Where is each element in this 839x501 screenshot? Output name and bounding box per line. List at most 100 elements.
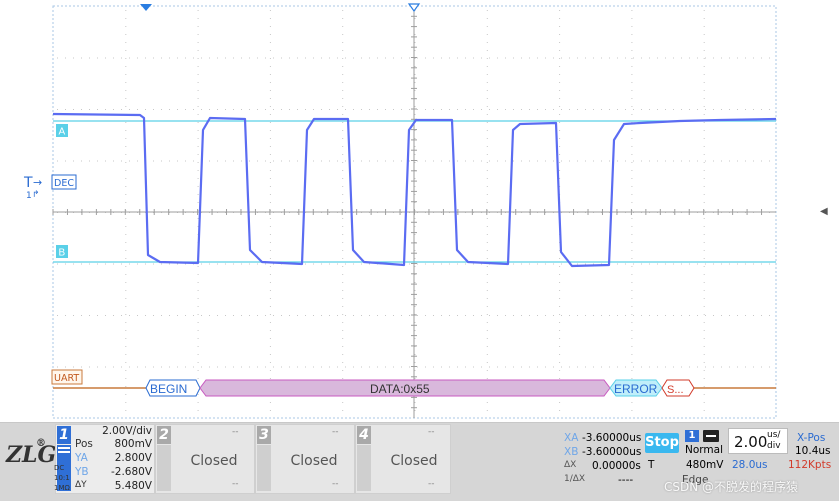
- grid-dot: [342, 106, 344, 107]
- channel-1-scale[interactable]: 2.00V/div: [78, 425, 152, 437]
- grid-dot: [559, 138, 561, 139]
- grid-dot: [631, 202, 633, 203]
- grid-dot: [81, 109, 82, 110]
- grid-dot: [545, 366, 546, 368]
- trigger-mode[interactable]: Normal: [685, 444, 723, 456]
- grid-dot: [593, 160, 594, 162]
- grid-dot: [486, 194, 488, 195]
- grid-dot: [593, 109, 594, 110]
- grid-dot: [97, 109, 98, 110]
- grid-dot: [681, 366, 682, 368]
- grid-dot: [241, 160, 242, 162]
- grid-dot: [593, 57, 594, 59]
- grid-dot: [559, 290, 561, 291]
- channel-4-panel[interactable]: 4 -- -- Closed: [355, 424, 451, 494]
- grid-dot: [617, 366, 618, 368]
- channel-3-number[interactable]: 3: [257, 426, 271, 444]
- channel-2-panel[interactable]: 2 -- -- Closed: [155, 424, 255, 494]
- channel-3-dash-bottom: --: [332, 479, 339, 489]
- grid-dot: [631, 314, 633, 315]
- channel-1-pos-value[interactable]: 800mV: [96, 438, 152, 450]
- grid-dot: [342, 82, 344, 83]
- grid-dot: [353, 109, 354, 110]
- grid-dot: [745, 263, 746, 265]
- grid-dot: [233, 263, 234, 265]
- grid-dot: [559, 354, 561, 355]
- grid-dot: [342, 98, 344, 99]
- grid-dot: [641, 315, 642, 316]
- grid-dot: [729, 57, 730, 59]
- grid-dot: [486, 178, 488, 179]
- grid-dot: [265, 160, 266, 162]
- grid-dot: [321, 109, 322, 110]
- grid-dot: [125, 266, 127, 267]
- run-stop-button[interactable]: Stop: [645, 433, 679, 453]
- grid-dot: [521, 366, 522, 368]
- grid-dot: [241, 109, 242, 110]
- grid-dot: [257, 109, 258, 110]
- grid-dot: [97, 263, 98, 265]
- grid-dot: [197, 322, 199, 323]
- xa-label: XA: [564, 432, 579, 444]
- side-panel-expand-icon[interactable]: ◀: [820, 206, 828, 217]
- channel-1-panel[interactable]: 1 2.00V/div Pos 800mV YA 2.800V YB -2.68…: [55, 424, 155, 494]
- grid-dot: [161, 109, 162, 110]
- grid-dot: [377, 160, 378, 162]
- grid-dot: [345, 160, 346, 162]
- grid-dot: [269, 10, 271, 11]
- grid-dot: [449, 366, 450, 368]
- grid-dot: [703, 226, 705, 227]
- trigger-source-badge[interactable]: 1: [685, 430, 699, 442]
- grid-dot: [73, 263, 74, 265]
- channel-1-number[interactable]: 1: [57, 426, 71, 444]
- grid-dot: [125, 306, 127, 307]
- grid-dot: [125, 58, 127, 59]
- grid-dot: [369, 315, 370, 316]
- grid-dot: [703, 282, 705, 283]
- grid-dot: [121, 160, 122, 162]
- timebase-control[interactable]: 2.00 us/ div: [728, 428, 788, 454]
- grid-dot: [321, 263, 322, 265]
- grid-dot: [414, 370, 416, 371]
- timebase-delay[interactable]: 28.0us: [732, 459, 768, 471]
- grid-dot: [761, 57, 762, 59]
- trigger-level-value[interactable]: 480mV: [686, 459, 723, 471]
- grid-dot: [269, 202, 271, 203]
- grid-dot: [449, 109, 450, 110]
- grid-dot: [297, 366, 298, 368]
- grid-dot: [113, 160, 114, 162]
- grid-dot: [313, 160, 314, 162]
- channel-4-number[interactable]: 4: [357, 426, 371, 444]
- grid-dot: [486, 42, 488, 43]
- grid-dot: [225, 109, 226, 110]
- grid-dot: [601, 366, 602, 368]
- trigger-level-marker[interactable]: T → 1 ↱: [23, 175, 42, 201]
- grid-dot: [125, 66, 127, 67]
- grid-dot: [631, 194, 633, 195]
- grid-dot: [414, 298, 416, 299]
- grid-dot: [497, 160, 498, 162]
- xpos-value[interactable]: 10.4us: [795, 445, 831, 457]
- grid-dot: [559, 258, 561, 259]
- grid-dot: [665, 263, 666, 265]
- grid-dot: [337, 366, 338, 368]
- grid-dot: [657, 315, 658, 316]
- grid-dot: [81, 315, 82, 316]
- grid-dot: [197, 106, 199, 107]
- grid-dot: [342, 290, 344, 291]
- grid-dot: [393, 315, 394, 316]
- grid-dot: [486, 314, 488, 315]
- grid-dot: [753, 57, 754, 59]
- grid-dot: [73, 366, 74, 368]
- grid-dot: [342, 378, 344, 379]
- channel-4-status: Closed: [390, 453, 438, 469]
- grid-dot: [441, 263, 442, 265]
- grid-dot: [486, 18, 488, 19]
- grid-dot: [273, 57, 274, 59]
- grid-dot: [201, 315, 202, 316]
- channel-2-number[interactable]: 2: [157, 426, 171, 444]
- grid-dot: [342, 314, 344, 315]
- channel-3-panel[interactable]: 3 -- -- Closed: [255, 424, 355, 494]
- grid-dot: [289, 160, 290, 162]
- grid-dot: [609, 160, 610, 162]
